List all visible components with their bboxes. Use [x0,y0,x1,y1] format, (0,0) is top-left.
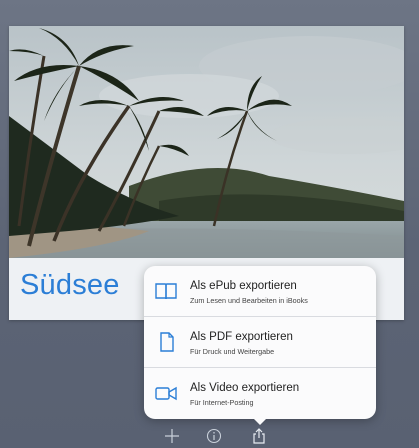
share-icon[interactable] [251,428,267,444]
video-camera-icon [155,386,177,401]
cover-photo [9,26,404,258]
export-menu-popover: Als ePub exportieren Zum Lesen und Bearb… [144,266,376,419]
export-pdf-sublabel: Für Druck und Weitergabe [190,347,275,356]
export-epub-sublabel: Zum Lesen und Bearbeiten in iBooks [190,296,308,305]
export-pdf-option[interactable]: Als PDF exportieren Für Druck und Weiter… [144,317,376,367]
info-icon[interactable] [206,428,222,444]
book-icon [155,283,177,300]
document-title[interactable]: Südsee [20,269,120,302]
export-pdf-label: Als PDF exportieren [190,331,293,343]
export-epub-label: Als ePub exportieren [190,280,297,292]
plus-icon[interactable] [164,428,180,444]
export-video-label: Als Video exportieren [190,382,300,394]
popover-arrow [251,416,269,425]
document-icon [160,332,174,352]
export-epub-option[interactable]: Als ePub exportieren Zum Lesen und Bearb… [144,266,376,316]
export-video-sublabel: Für Internet-Posting [190,398,254,407]
export-video-option[interactable]: Als Video exportieren Für Internet-Posti… [144,368,376,418]
